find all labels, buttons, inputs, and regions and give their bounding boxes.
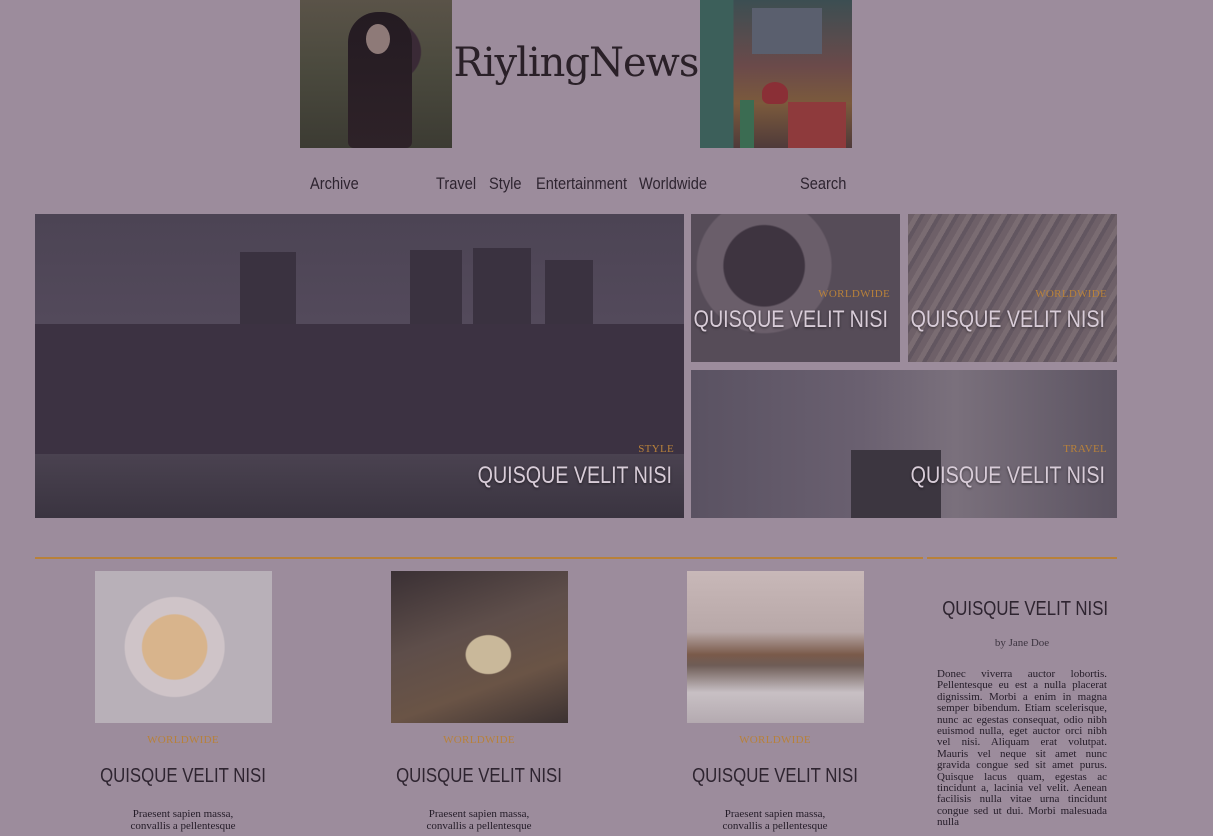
nav-archive[interactable]: Archive [310, 174, 359, 194]
section-divider [35, 557, 923, 559]
toy-pipe [740, 100, 754, 148]
card-title[interactable]: QUISQUE VELIT NISI [674, 765, 876, 788]
toy-box [788, 102, 846, 148]
featured-tr1-category[interactable]: WORLDWIDE [818, 288, 890, 300]
card-excerpt: Praesent sapien massa, convallis a pelle… [426, 808, 532, 832]
nav-search[interactable]: Search [800, 174, 846, 194]
featured-br-title[interactable]: QUISQUE VELIT NISI [911, 462, 1105, 490]
sidebar-divider [927, 557, 1117, 559]
card-title[interactable]: QUISQUE VELIT NISI [82, 765, 284, 788]
card-category[interactable]: WORLDWIDE [655, 734, 895, 746]
main-nav: Archive Travel Style Entertainment World… [0, 174, 1213, 202]
nav-style[interactable]: Style [489, 174, 522, 194]
featured-br-category[interactable]: TRAVEL [1063, 443, 1107, 455]
featured-main-tile[interactable]: STYLE QUISQUE VELIT NISI [35, 214, 684, 518]
header-photo-left[interactable] [300, 0, 452, 148]
woman-face [366, 24, 390, 54]
cheese-board-photo[interactable] [390, 571, 568, 723]
card-title[interactable]: QUISQUE VELIT NISI [378, 765, 580, 788]
sidebar-byline: by Jane Doe [994, 637, 1050, 649]
featured-tr1-title[interactable]: QUISQUE VELIT NISI [694, 306, 888, 334]
coffee-photo[interactable] [94, 571, 272, 723]
toy-plant [762, 82, 788, 104]
header-photo-right[interactable] [700, 0, 852, 148]
featured-main-title[interactable]: QUISQUE VELIT NISI [478, 462, 672, 490]
nav-entertainment[interactable]: Entertainment [536, 174, 627, 194]
city-skyline [35, 324, 684, 454]
article-card: WORLDWIDE QUISQUE VELIT NISI Praesent sa… [63, 571, 303, 832]
card-category[interactable]: WORLDWIDE [359, 734, 599, 746]
article-card: WORLDWIDE QUISQUE VELIT NISI Praesent sa… [359, 571, 599, 832]
featured-bottom-right-tile[interactable]: TRAVEL QUISQUE VELIT NISI [691, 370, 1117, 518]
card-category[interactable]: WORLDWIDE [63, 734, 303, 746]
sidebar-body: Donec viverra auctor lobortis. Pellentes… [937, 668, 1107, 829]
featured-tr2-title[interactable]: QUISQUE VELIT NISI [911, 306, 1105, 334]
living-room-photo[interactable] [686, 571, 864, 723]
article-card: WORLDWIDE QUISQUE VELIT NISI Praesent sa… [655, 571, 895, 832]
sidebar-title[interactable]: QUISQUE VELIT NISI [942, 598, 1108, 621]
site-logo[interactable]: RiylingNews [452, 40, 700, 86]
featured-tr2-category[interactable]: WORLDWIDE [1035, 288, 1107, 300]
featured-top-right-2-tile[interactable]: WORLDWIDE QUISQUE VELIT NISI [908, 214, 1117, 362]
featured-top-right-1-tile[interactable]: WORLDWIDE QUISQUE VELIT NISI [691, 214, 900, 362]
featured-main-category[interactable]: STYLE [638, 443, 674, 455]
nav-travel[interactable]: Travel [436, 174, 476, 194]
sidebar-article: QUISQUE VELIT NISI by Jane Doe Donec viv… [927, 571, 1117, 829]
toy-block [752, 8, 822, 54]
nav-worldwide[interactable]: Worldwide [639, 174, 707, 194]
card-excerpt: Praesent sapien massa, convallis a pelle… [722, 808, 828, 832]
card-excerpt: Praesent sapien massa, convallis a pelle… [130, 808, 236, 832]
